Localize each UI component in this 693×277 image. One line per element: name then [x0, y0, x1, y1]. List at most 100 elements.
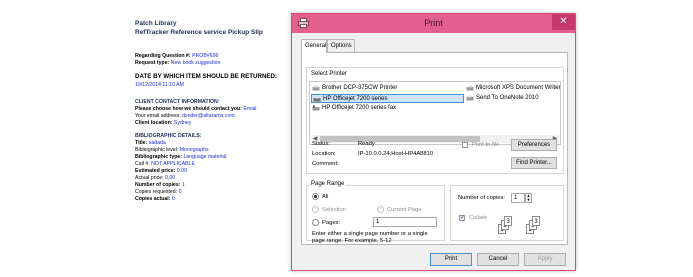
- copies-label: Number of copies:: [458, 195, 506, 201]
- print-button[interactable]: Print: [430, 253, 472, 266]
- print-dialog: Print ✕ General Options Select Printer B…: [291, 13, 576, 271]
- preferences-button[interactable]: Preferences: [511, 139, 557, 151]
- copies-spinner[interactable]: ▲ ▼: [525, 193, 532, 203]
- range-selection-label: Selection: [322, 207, 346, 213]
- scroll-thumb[interactable]: [320, 136, 480, 142]
- printer-name: Send To OneNote 2010: [476, 95, 539, 101]
- copies-actual-label: Copies actual:: [135, 196, 171, 202]
- collate-icon: 1 2 3: [526, 216, 541, 235]
- collate-checkbox[interactable]: [459, 214, 465, 221]
- question-link[interactable]: PROB#696: [192, 53, 218, 59]
- type-label: Bibliographic type:: [135, 154, 182, 160]
- select-printer-label: Select Printer: [310, 71, 349, 77]
- contact-method-label: Please choose how we should contact you:: [135, 106, 242, 112]
- return-heading: DATE BY WHICH ITEM SHOULD BE RETURNED:: [135, 73, 278, 80]
- title-label: Title:: [135, 140, 148, 146]
- library-name: Patch Library: [135, 20, 177, 27]
- client-location-label: Client location:: [135, 120, 173, 126]
- num-copies-value: 1: [182, 182, 185, 188]
- range-all-label: All: [322, 194, 329, 200]
- email-label: Your email address:: [135, 113, 181, 119]
- range-current-label: Current Page: [387, 207, 422, 213]
- copies-input[interactable]: 1: [511, 193, 525, 203]
- printer-name: HP Officejet 7200 series fax: [322, 105, 397, 111]
- copies-actual-value: 0: [171, 196, 175, 202]
- printer-item[interactable]: HP Officejet 7200 series fax: [311, 104, 461, 113]
- actual-price-label: Actual price:: [135, 175, 164, 181]
- tab-options[interactable]: Options: [327, 39, 355, 52]
- title-line: Title: sadada: [135, 140, 166, 146]
- request-type-label: Request type:: [135, 60, 170, 66]
- question-line: Regarding Question #: PROB#696: [135, 53, 218, 59]
- client-location-line: Client location: Sydney: [135, 120, 192, 126]
- general-tab-panel: Select Printer Brother DCP-375CW Printer…: [301, 52, 568, 245]
- printer-icon: [466, 85, 474, 91]
- status-value: Ready: [358, 141, 375, 147]
- call-line: Call #: NOT APPLICABLE: [135, 161, 195, 167]
- contact-method-value: Email: [243, 106, 257, 112]
- collate-label: Collate: [469, 215, 488, 221]
- range-pages-radio[interactable]: [312, 219, 319, 226]
- printer-item[interactable]: Brother DCP-375CW Printer: [311, 84, 461, 93]
- printer-icon: [313, 96, 321, 102]
- copies-actual-line: Copies actual: 0: [135, 196, 175, 202]
- est-price-label: Estimated price:: [135, 168, 176, 174]
- dialog-titlebar[interactable]: Print ✕: [292, 14, 575, 33]
- range-selection-radio[interactable]: [312, 206, 319, 213]
- range-all-radio[interactable]: [312, 193, 319, 200]
- pages-input[interactable]: 1: [373, 217, 437, 227]
- dialog-title: Print: [424, 18, 443, 28]
- type-line: Bibliographic type: Language material: [135, 154, 227, 160]
- est-price-value: 0.00: [176, 168, 187, 174]
- contact-heading: CLIENT CONTACT INFORMATION:: [135, 99, 220, 105]
- return-date: 19/12/2014 11:10 AM: [135, 82, 184, 88]
- apply-button[interactable]: Apply: [524, 253, 566, 266]
- range-hint-line1: Enter either a single page number or a s…: [312, 231, 428, 237]
- printer-icon: [312, 85, 320, 91]
- email-line: Your email address: dsnder@altarama.com: [135, 113, 235, 119]
- client-location-value: Sydney: [173, 120, 192, 126]
- print-to-file-label: Print to file: [472, 142, 500, 148]
- tab-general[interactable]: General: [301, 39, 327, 53]
- printer-name: HP Officejet 7200 series: [323, 96, 388, 102]
- call-label: Call #:: [135, 161, 150, 167]
- range-pages-label: Pages:: [322, 220, 341, 226]
- level-value: Monographs: [179, 147, 209, 153]
- printer-name: Brother DCP-375CW Printer: [322, 85, 398, 91]
- email-value[interactable]: dsnder@altarama.com: [182, 113, 235, 119]
- range-current-radio[interactable]: [377, 206, 384, 213]
- cancel-button[interactable]: Cancel: [477, 253, 519, 266]
- question-label: Regarding Question #:: [135, 53, 191, 59]
- printer-item-selected[interactable]: HP Officejet 7200 series: [311, 94, 464, 103]
- range-hint-line2: page range. For example, 5-12: [312, 238, 392, 244]
- location-value: IP-10.0.0.24;Host-HP4A8810: [358, 151, 434, 157]
- level-label: Bibliographic level:: [135, 147, 179, 153]
- biblio-heading: BIBLIOGRAPHIC DETAILS:: [135, 133, 202, 139]
- close-button[interactable]: ✕: [552, 14, 575, 30]
- print-to-file-checkbox[interactable]: [462, 142, 468, 148]
- actual-price-line: Actual price: 0.00: [135, 175, 176, 181]
- printer-item[interactable]: Send To OneNote 2010: [465, 94, 560, 103]
- page-range-label: Page Range: [310, 181, 346, 187]
- copies-requested-line: Copies requested: 0: [135, 189, 182, 195]
- title-value: sadada: [148, 140, 166, 146]
- printer-list[interactable]: Brother DCP-375CW Printer HP Officejet 7…: [309, 81, 561, 145]
- fax-icon: [312, 105, 320, 111]
- find-printer-button[interactable]: Find Printer...: [511, 157, 557, 169]
- copies-requested-value: 0: [178, 189, 182, 195]
- copies-requested-label: Copies requested:: [135, 189, 178, 195]
- num-copies-line: Number of copies: 1: [135, 182, 185, 188]
- type-value: Language material: [183, 154, 227, 160]
- actual-price-value: 0.00: [165, 175, 176, 181]
- printer-icon: [466, 95, 474, 101]
- printer-name: Microsoft XPS Document Writer: [476, 85, 561, 91]
- call-value: NOT APPLICABLE: [151, 161, 195, 167]
- printer-item[interactable]: Microsoft XPS Document Writer: [465, 84, 561, 93]
- status-label: Status:: [312, 141, 331, 147]
- est-price-line: Estimated price: 0.00: [135, 168, 187, 174]
- slip-subtitle: RefTracker Reference service Pickup Slip: [135, 29, 263, 36]
- contact-method-line: Please choose how we should contact you:…: [135, 106, 257, 112]
- level-line: Bibliographic level: Monographs: [135, 147, 209, 153]
- request-type-value: New book suggestion: [170, 60, 221, 66]
- collate-icon: 1 2 3: [498, 216, 513, 235]
